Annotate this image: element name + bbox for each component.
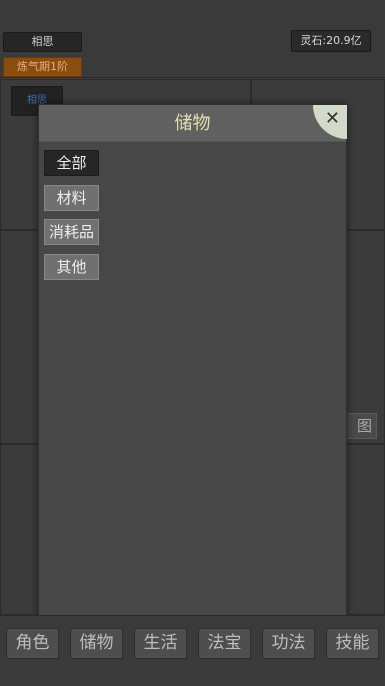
map-button[interactable]: 图 [346,413,377,439]
nav-treasure[interactable]: 法宝 [198,628,251,659]
tab-materials[interactable]: 材料 [44,185,99,211]
modal-title: 储物 [174,113,211,134]
nav-skills[interactable]: 技能 [326,628,379,659]
bottom-nav: 角色 储物 生活 法宝 功法 技能 [0,615,385,686]
nav-character[interactable]: 角色 [6,628,59,659]
spirit-stone-counter: 灵石:20.9亿 [291,30,371,52]
realm-badge: 炼气期1阶 [3,57,82,77]
player-name[interactable]: 相思 [3,32,82,52]
storage-modal: 储物 ✕ 全部 材料 消耗品 其他 [38,104,347,626]
tab-other[interactable]: 其他 [44,254,99,280]
tab-all[interactable]: 全部 [44,150,99,176]
nav-storage[interactable]: 储物 [70,628,123,659]
tab-consumables[interactable]: 消耗品 [44,219,99,245]
nav-life[interactable]: 生活 [134,628,187,659]
nav-technique[interactable]: 功法 [262,628,315,659]
